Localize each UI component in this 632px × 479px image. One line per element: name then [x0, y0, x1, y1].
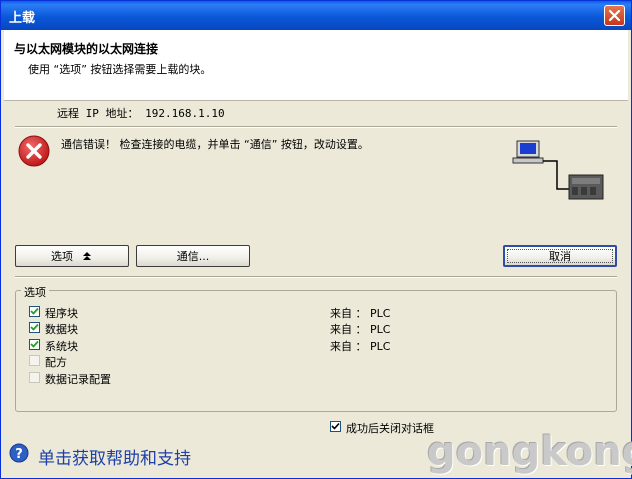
error-message: 通信错误！ 检查连接的电缆，并单击 “通信” 按钮，改动设置。	[61, 138, 369, 151]
header-title: 与以太网模块的以太网连接	[14, 42, 159, 56]
checkbox-disabled	[29, 355, 40, 366]
option-source: 来自 ： PLC	[330, 323, 391, 336]
option-label: 配方	[45, 356, 67, 369]
help-link-label: 单击获取帮助和支持	[38, 449, 191, 469]
error-icon	[18, 135, 50, 167]
network-connection-icon	[512, 140, 604, 200]
options-button-label: 选项	[51, 250, 73, 263]
option-label: 数据块	[45, 323, 78, 336]
checkbox[interactable]	[29, 322, 40, 333]
checkmark-icon	[30, 323, 39, 331]
option-source: 来自 ： PLC	[330, 340, 391, 353]
options-groupbox	[15, 290, 617, 412]
watermark: gongkong	[427, 429, 632, 475]
checkbox[interactable]	[330, 421, 341, 432]
window-title: 上载	[9, 11, 36, 26]
upload-dialog: 上载 与以太网模块的以太网连接 使用 “选项” 按钮选择需要上载的块。 远程 I…	[0, 0, 632, 479]
option-label: 数据记录配置	[45, 373, 111, 386]
header-subtitle: 使用 “选项” 按钮选择需要上载的块。	[28, 63, 212, 76]
communications-button[interactable]: 通信...	[136, 245, 250, 267]
remote-ip-address: 远程 IP 地址： 192.168.1.10	[57, 107, 225, 120]
option-label: 程序块	[45, 307, 78, 320]
focus-rect	[507, 249, 613, 263]
close-on-success-label: 成功后关闭对话框	[346, 422, 434, 435]
cancel-button[interactable]: 取消	[503, 245, 617, 267]
checkbox[interactable]	[29, 306, 40, 317]
title-bar[interactable]: 上载	[1, 1, 631, 30]
close-button[interactable]	[604, 5, 625, 26]
communications-button-label: 通信...	[176, 250, 210, 263]
help-icon: ?	[9, 443, 29, 463]
option-label: 系统块	[45, 340, 78, 353]
double-chevron-up-icon	[83, 252, 91, 260]
dialog-header: 与以太网模块的以太网连接 使用 “选项” 按钮选择需要上载的块。	[4, 30, 628, 101]
svg-text:?: ?	[15, 447, 23, 462]
checkbox-disabled	[29, 372, 40, 383]
options-group-label: 选项	[21, 284, 49, 300]
options-button[interactable]: 选项	[15, 245, 129, 267]
divider	[15, 276, 617, 278]
checkbox[interactable]	[29, 339, 40, 350]
divider	[15, 126, 617, 128]
close-icon	[608, 9, 621, 22]
option-source: 来自 ： PLC	[330, 307, 391, 320]
checkmark-icon	[30, 340, 39, 348]
checkmark-icon	[331, 422, 340, 430]
checkmark-icon	[30, 307, 39, 315]
